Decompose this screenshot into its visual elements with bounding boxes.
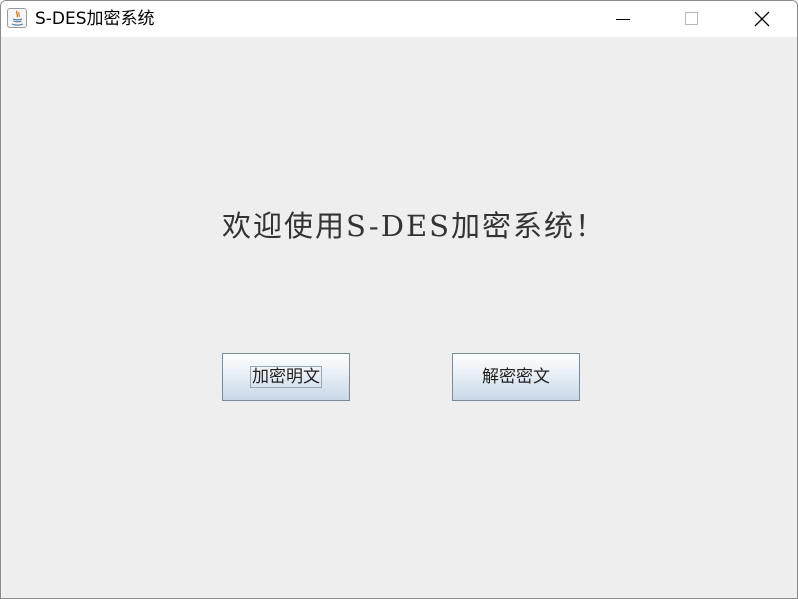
- minimize-icon: [616, 19, 630, 20]
- window-title: S-DES加密系统: [35, 9, 155, 29]
- close-icon: [754, 11, 770, 27]
- welcome-heading: 欢迎使用S-DES加密系统！: [221, 209, 606, 243]
- content-panel: 欢迎使用S-DES加密系统！ 加密明文 解密密文: [1, 37, 797, 598]
- maximize-button[interactable]: [657, 1, 725, 37]
- encrypt-button-label: 加密明文: [250, 366, 322, 388]
- app-window: S-DES加密系统 欢迎使用S-DES加密系统！ 加密明文 解密密文: [0, 0, 798, 599]
- close-button[interactable]: [727, 1, 795, 37]
- minimize-button[interactable]: [589, 1, 657, 37]
- title-bar[interactable]: S-DES加密系统: [1, 1, 797, 37]
- decrypt-button-label: 解密密文: [482, 367, 550, 387]
- decrypt-ciphertext-button[interactable]: 解密密文: [452, 353, 580, 401]
- java-cup-icon[interactable]: [7, 8, 27, 28]
- maximize-icon: [685, 12, 698, 25]
- encrypt-plaintext-button[interactable]: 加密明文: [222, 353, 350, 401]
